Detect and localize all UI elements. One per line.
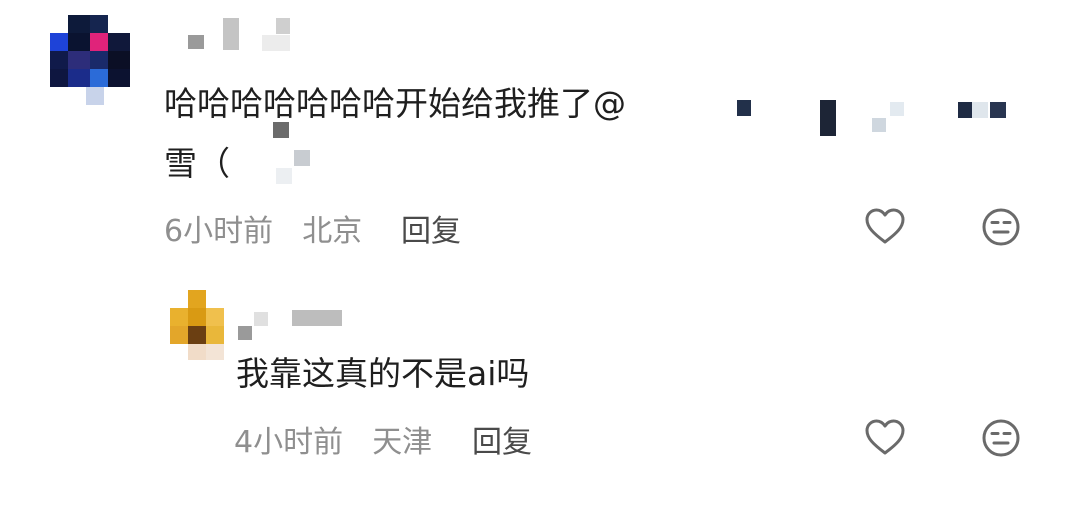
avatar[interactable] bbox=[170, 290, 226, 360]
comment-location: 北京 bbox=[302, 214, 363, 249]
comment-text: 我靠这真的不是ai吗 bbox=[236, 354, 530, 393]
comment-meta: 4小时前 天津 bbox=[234, 417, 432, 461]
heart-outline-icon[interactable] bbox=[863, 205, 907, 249]
comment-time: 4小时前 bbox=[234, 425, 344, 460]
reply-button[interactable]: 回复 bbox=[401, 206, 461, 250]
comment-meta: 6小时前 北京 bbox=[164, 206, 362, 250]
comment-time: 6小时前 bbox=[164, 214, 274, 249]
avatar[interactable] bbox=[50, 15, 138, 105]
comment-text-line2: 雪（ bbox=[164, 144, 230, 183]
heart-outline-icon[interactable] bbox=[863, 416, 907, 460]
reply-button[interactable]: 回复 bbox=[472, 417, 532, 461]
neutral-face-icon[interactable] bbox=[979, 205, 1023, 249]
comment-text-line1: 哈哈哈哈哈哈哈开始给我推了@ bbox=[164, 84, 626, 123]
comment-location: 天津 bbox=[372, 425, 433, 460]
neutral-face-icon[interactable] bbox=[979, 416, 1023, 460]
